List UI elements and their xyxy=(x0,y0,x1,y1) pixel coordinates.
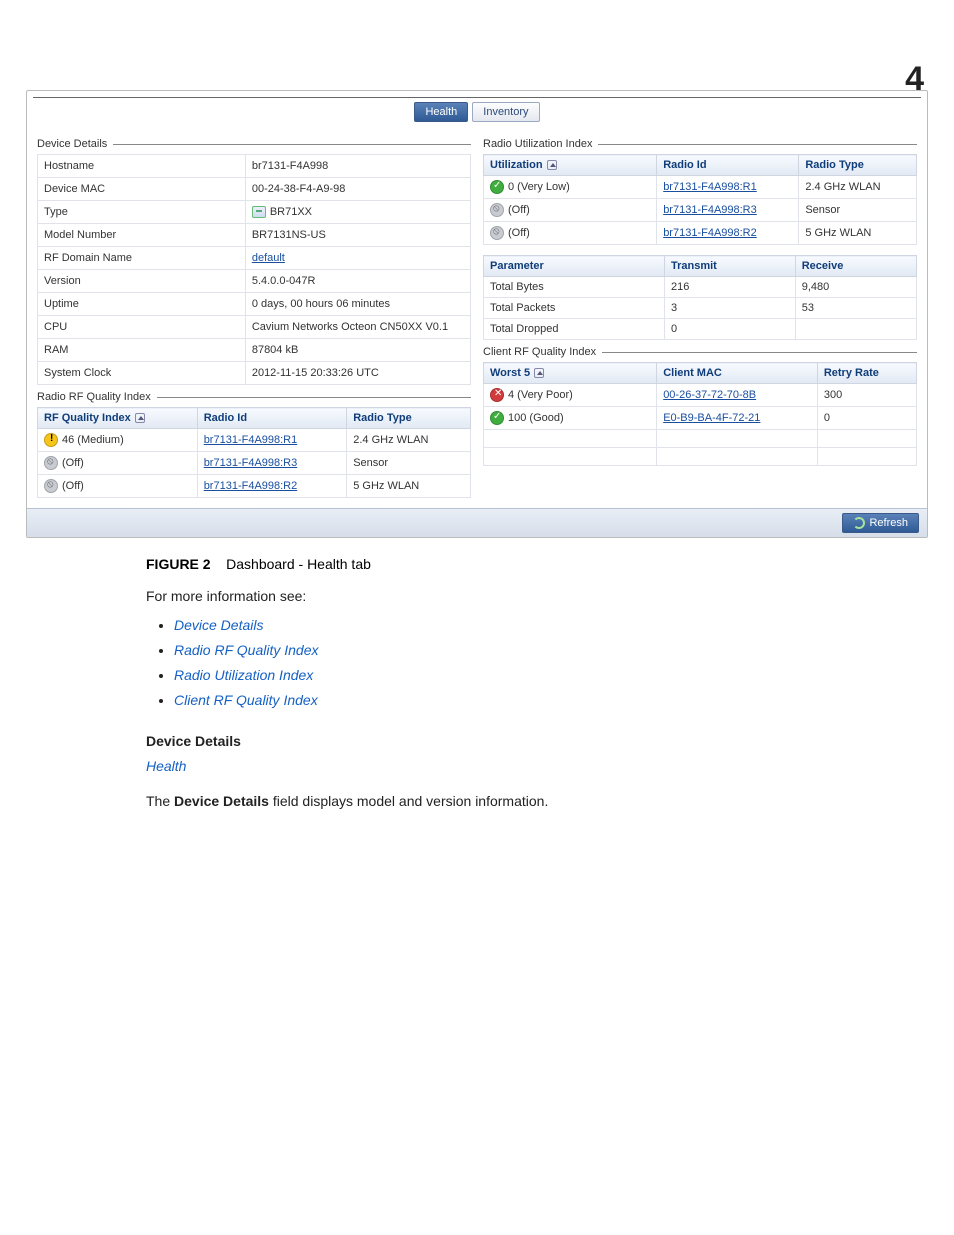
dd-k: RF Domain Name xyxy=(38,247,246,270)
link-radio-util[interactable]: Radio Utilization Index xyxy=(174,667,313,683)
radio-util-table: Utilization Radio Id Radio Type 0 (Very … xyxy=(483,154,917,245)
table-row[interactable]: (Off)br7131-F4A998:R3Sensor xyxy=(38,452,471,475)
link-client-rf[interactable]: Client RF Quality Index xyxy=(174,692,318,708)
col-radio-type[interactable]: Radio Type xyxy=(799,155,917,176)
table-row: Total Packets353 xyxy=(484,298,917,319)
dd-v: 87804 kB xyxy=(245,339,470,362)
status-icon xyxy=(44,433,58,447)
col-radio-id[interactable]: Radio Id xyxy=(197,408,347,429)
dd-v: BR7131NS-US xyxy=(245,224,470,247)
dd-v: 2012-11-15 20:33:26 UTC xyxy=(245,362,470,385)
table-row[interactable]: 0 (Very Low)br7131-F4A998:R12.4 GHz WLAN xyxy=(484,176,917,199)
device-details-title: Device Details xyxy=(37,138,107,150)
table-row: Total Dropped0 xyxy=(484,319,917,340)
col-retry-rate[interactable]: Retry Rate xyxy=(817,363,916,384)
tabs: Health Inventory xyxy=(27,102,927,122)
radio-rf-title: Radio RF Quality Index xyxy=(37,391,151,403)
status-icon xyxy=(44,479,58,493)
empty-row xyxy=(484,430,917,448)
dd-k: Hostname xyxy=(38,155,246,178)
col-rf-quality[interactable]: RF Quality Index xyxy=(38,408,198,429)
dd-k: RAM xyxy=(38,339,246,362)
col-radio-type[interactable]: Radio Type xyxy=(347,408,471,429)
radio-link[interactable]: br7131-F4A998:R1 xyxy=(204,434,298,446)
dd-v: BR71XX xyxy=(245,201,470,224)
breadcrumb-link[interactable]: Health xyxy=(146,758,186,774)
dd-v: 0 days, 00 hours 06 minutes xyxy=(245,293,470,316)
sort-icon[interactable] xyxy=(547,160,557,170)
radio-link[interactable]: br7131-F4A998:R3 xyxy=(663,204,757,216)
page-number: 4 xyxy=(905,60,924,99)
dd-v: br7131-F4A998 xyxy=(245,155,470,178)
table-row[interactable]: (Off)br7131-F4A998:R25 GHz WLAN xyxy=(38,475,471,498)
col-client-mac[interactable]: Client MAC xyxy=(657,363,818,384)
sort-icon[interactable] xyxy=(534,368,544,378)
table-row[interactable]: (Off)br7131-F4A998:R3Sensor xyxy=(484,199,917,222)
link-radio-rf[interactable]: Radio RF Quality Index xyxy=(174,642,318,658)
table-row[interactable]: (Off)br7131-F4A998:R25 GHz WLAN xyxy=(484,222,917,245)
empty-row xyxy=(484,448,917,466)
refresh-icon xyxy=(853,517,865,529)
status-icon xyxy=(490,203,504,217)
dd-k: Uptime xyxy=(38,293,246,316)
radio-link[interactable]: br7131-F4A998:R2 xyxy=(204,480,298,492)
rf-domain-link[interactable]: default xyxy=(252,252,285,264)
dd-v: 00-24-38-F4-A9-98 xyxy=(245,178,470,201)
radio-util-params-table: Parameter Transmit Receive Total Bytes21… xyxy=(483,255,917,340)
col-parameter[interactable]: Parameter xyxy=(484,256,665,277)
client-mac-link[interactable]: E0-B9-BA-4F-72-21 xyxy=(663,412,760,424)
status-icon xyxy=(490,180,504,194)
radio-util-title: Radio Utilization Index xyxy=(483,138,592,150)
status-icon xyxy=(490,411,504,425)
table-row[interactable]: 46 (Medium)br7131-F4A998:R12.4 GHz WLAN xyxy=(38,429,471,452)
section-paragraph: The Device Details field displays model … xyxy=(146,791,868,812)
dd-k: CPU xyxy=(38,316,246,339)
tab-health[interactable]: Health xyxy=(414,102,468,122)
col-receive[interactable]: Receive xyxy=(795,256,916,277)
dd-k: Model Number xyxy=(38,224,246,247)
dd-k: Device MAC xyxy=(38,178,246,201)
radio-link[interactable]: br7131-F4A998:R2 xyxy=(663,227,757,239)
dd-v: 5.4.0.0-047R xyxy=(245,270,470,293)
refresh-button[interactable]: Refresh xyxy=(842,513,919,533)
dd-k: Type xyxy=(38,201,246,224)
radio-link[interactable]: br7131-F4A998:R1 xyxy=(663,181,757,193)
panel-footer: Refresh xyxy=(27,508,927,537)
status-icon xyxy=(490,388,504,402)
client-rf-table: Worst 5 Client MAC Retry Rate 4 (Very Po… xyxy=(483,362,917,466)
link-list: Device Details Radio RF Quality Index Ra… xyxy=(146,615,868,711)
col-worst5[interactable]: Worst 5 xyxy=(484,363,657,384)
device-type-icon xyxy=(252,206,266,218)
figure-caption: FIGURE 2 Dashboard - Health tab xyxy=(146,556,928,572)
col-utilization[interactable]: Utilization xyxy=(484,155,657,176)
radio-rf-table: RF Quality Index Radio Id Radio Type 46 … xyxy=(37,407,471,498)
table-row[interactable]: 100 (Good)E0-B9-BA-4F-72-210 xyxy=(484,407,917,430)
section-heading: Device Details xyxy=(146,731,868,752)
client-mac-link[interactable]: 00-26-37-72-70-8B xyxy=(663,389,756,401)
col-transmit[interactable]: Transmit xyxy=(665,256,796,277)
dd-k: Version xyxy=(38,270,246,293)
status-icon xyxy=(490,226,504,240)
table-row: Total Bytes2169,480 xyxy=(484,277,917,298)
dashboard-panel: Health Inventory Device Details Hostname… xyxy=(26,90,928,538)
dd-k: System Clock xyxy=(38,362,246,385)
client-rf-title: Client RF Quality Index xyxy=(483,346,596,358)
sort-icon[interactable] xyxy=(135,413,145,423)
panel-divider xyxy=(33,97,921,98)
col-radio-id[interactable]: Radio Id xyxy=(657,155,799,176)
link-device-details[interactable]: Device Details xyxy=(174,617,263,633)
status-icon xyxy=(44,456,58,470)
dd-v: default xyxy=(245,247,470,270)
dd-v: Cavium Networks Octeon CN50XX V0.1 xyxy=(245,316,470,339)
device-details-table: Hostnamebr7131-F4A998 Device MAC00-24-38… xyxy=(37,154,471,385)
table-row[interactable]: 4 (Very Poor)00-26-37-72-70-8B300 xyxy=(484,384,917,407)
intro-text: For more information see: xyxy=(146,586,868,607)
tab-inventory[interactable]: Inventory xyxy=(472,102,539,122)
radio-link[interactable]: br7131-F4A998:R3 xyxy=(204,457,298,469)
